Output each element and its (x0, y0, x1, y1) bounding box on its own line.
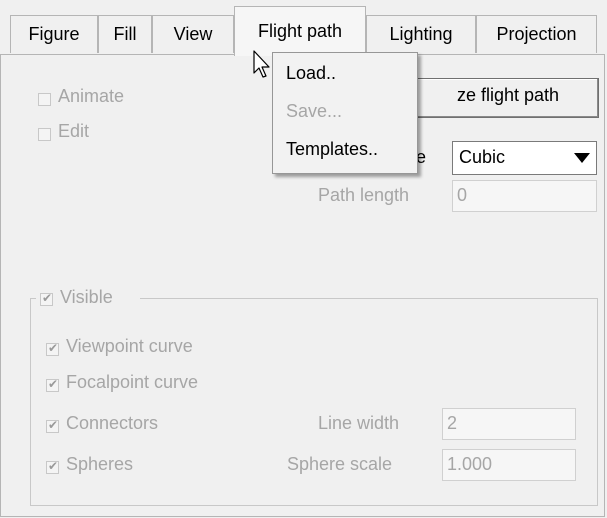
sphere-scale-value: 1.000 (447, 454, 493, 474)
edit-checkbox[interactable] (38, 128, 51, 141)
tab-view[interactable]: View (152, 15, 234, 53)
optimize-flight-path-button[interactable]: ze flight path (395, 78, 599, 118)
tab-label: Lighting (389, 24, 453, 44)
tab-label: Projection (496, 24, 577, 44)
spheres-label: Spheres (66, 454, 134, 474)
mouse-cursor-icon (253, 50, 270, 78)
interpolation-value: Cubic (459, 147, 506, 167)
spheres-checkbox[interactable] (46, 459, 59, 474)
line-width-value: 2 (447, 413, 458, 433)
connectors-checkbox[interactable] (46, 418, 59, 433)
focalpoint-curve-label: Focalpoint curve (66, 372, 199, 392)
tab-label: View (173, 24, 213, 44)
animate-label: Animate (58, 86, 125, 106)
edit-label: Edit (58, 121, 90, 141)
line-width-label: Line width (318, 413, 400, 433)
chevron-down-icon (574, 153, 590, 163)
tab-label: Fill (113, 24, 137, 44)
tab-lighting[interactable]: Lighting (366, 15, 476, 53)
visible-label: Visible (60, 287, 113, 307)
tab-label: Flight path (257, 21, 343, 41)
menu-item-templates[interactable]: Templates.. (286, 139, 378, 160)
animate-checkbox[interactable] (38, 93, 51, 106)
tab-label: Figure (28, 24, 80, 44)
path-length-label: Path length (318, 185, 410, 205)
tab-figure[interactable]: Figure (10, 15, 98, 53)
tab-bar: Figure Fill View Flight path Lighting Pr… (0, 0, 607, 56)
viewpoint-curve-checkbox[interactable] (46, 341, 59, 356)
path-length-field[interactable]: 0 (452, 180, 597, 212)
tab-fill[interactable]: Fill (98, 15, 152, 53)
interpolation-select[interactable]: Cubic (452, 141, 597, 175)
path-length-value: 0 (457, 185, 468, 205)
flight-path-menu: Load.. Save... Templates.. (272, 52, 418, 174)
line-width-field[interactable]: 2 (442, 408, 576, 440)
focalpoint-curve-checkbox[interactable] (46, 377, 59, 392)
menu-item-save[interactable]: Save... (286, 101, 342, 122)
optimize-button-label: ze flight path (456, 85, 560, 105)
visible-checkbox[interactable] (40, 291, 53, 306)
viewpoint-curve-label: Viewpoint curve (66, 336, 193, 356)
tab-projection[interactable]: Projection (476, 15, 597, 53)
sphere-scale-label: Sphere scale (287, 454, 393, 474)
connectors-label: Connectors (66, 413, 159, 433)
menu-item-load[interactable]: Load.. (286, 63, 336, 84)
sphere-scale-field[interactable]: 1.000 (442, 449, 576, 481)
